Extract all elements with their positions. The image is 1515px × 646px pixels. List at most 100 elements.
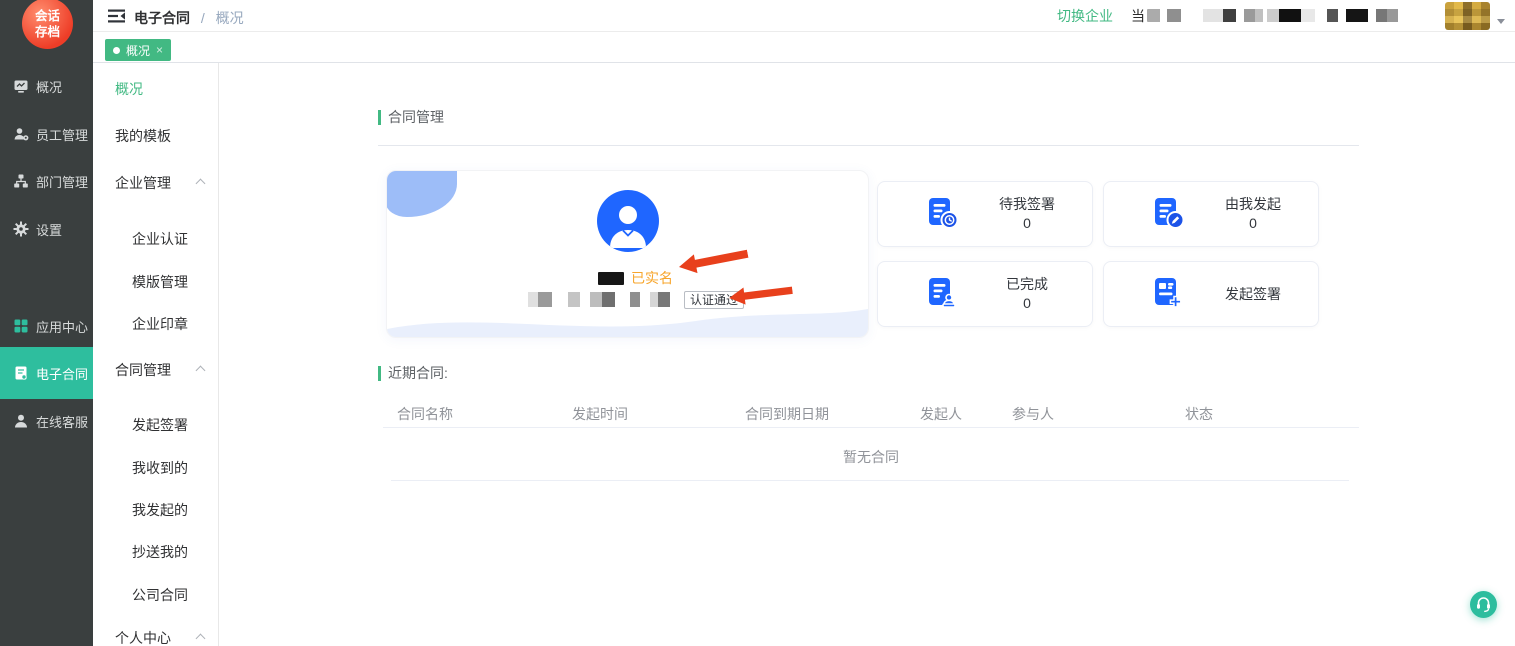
sidebar-item-overview[interactable]: 概况 [0, 73, 93, 99]
submenu-group-contract[interactable]: 合同管理 [115, 360, 171, 380]
submenu-item-received[interactable]: 我收到的 [132, 458, 188, 478]
redacted-company-line [528, 292, 680, 307]
breadcrumb-separator: / [201, 10, 205, 26]
submenu-item-template-management[interactable]: 模版管理 [132, 272, 188, 292]
switch-company-link[interactable]: 切换企业 [1057, 6, 1113, 26]
chevron-up-icon[interactable] [196, 179, 206, 189]
collapse-menu-icon[interactable] [108, 9, 126, 23]
column-initiator: 发起人 [920, 404, 962, 424]
section-recent-contracts: 近期合同: [378, 363, 448, 383]
tab-label: 概况 [126, 42, 150, 59]
stat-card-start-signing[interactable]: 发起签署 [1103, 261, 1319, 327]
breadcrumb-section[interactable]: 电子合同 [134, 10, 190, 26]
submenu-item-enterprise-seal[interactable]: 企业印章 [132, 314, 188, 334]
decorative-wave [387, 307, 868, 337]
submenu-group-enterprise[interactable]: 企业管理 [115, 173, 171, 193]
app-grid-icon [13, 318, 29, 334]
submenu-item-overview[interactable]: 概况 [115, 79, 143, 99]
submenu-group-personal-center[interactable]: 个人中心 [115, 628, 171, 646]
breadcrumb: 电子合同 / 概况 [134, 8, 244, 28]
tab-close-icon[interactable]: × [156, 43, 163, 57]
top-bar-right: 切换企业 当 [1057, 0, 1505, 31]
stat-text: 待我签署 0 [962, 195, 1092, 233]
user-avatar[interactable] [1445, 2, 1490, 30]
section-accent-bar [378, 110, 381, 125]
redacted-user-name [598, 272, 624, 285]
stat-value: 0 [962, 214, 1092, 233]
submenu-item-initiate-sign[interactable]: 发起签署 [132, 415, 188, 435]
decorative-blob [386, 170, 457, 217]
stat-label: 发起签署 [1188, 285, 1318, 304]
sidebar-item-settings[interactable]: 设置 [0, 216, 93, 242]
doc-stamp-icon [922, 274, 962, 314]
submenu-item-initiated-by-me[interactable]: 我发起的 [132, 500, 188, 520]
employees-icon [13, 126, 29, 142]
annotation-arrow-icon [677, 243, 750, 278]
sidebar-item-label: 部门管理 [36, 172, 88, 191]
empty-state-text: 暂无合同 [383, 447, 1359, 467]
stat-value: 0 [1188, 214, 1318, 233]
headset-icon [1470, 591, 1497, 618]
profile-avatar-icon[interactable] [597, 190, 659, 252]
tab-active-dot [113, 47, 120, 54]
section-title: 合同管理 [388, 107, 444, 127]
stat-card-initiated-by-me[interactable]: 由我发起 0 [1103, 181, 1319, 247]
sidebar-item-label: 概况 [36, 77, 62, 96]
current-company-label: 当 [1131, 6, 1145, 26]
redacted-company-name [1147, 9, 1439, 22]
submenu-item-my-templates[interactable]: 我的模板 [115, 126, 171, 146]
sidebar-item-support[interactable]: 在线客服 [0, 408, 93, 434]
stat-text: 由我发起 0 [1188, 195, 1318, 233]
chevron-up-icon[interactable] [196, 366, 206, 376]
stat-text: 已完成 0 [962, 275, 1092, 313]
sidebar-item-departments[interactable]: 部门管理 [0, 168, 93, 194]
column-participants: 参与人 [1012, 404, 1054, 424]
sidebar-item-app-center[interactable]: 应用中心 [0, 313, 93, 339]
column-start-time: 发起时间 [572, 404, 628, 424]
top-bar: 电子合同 / 概况 切换企业 当 [93, 0, 1515, 32]
submenu-item-company-contracts[interactable]: 公司合同 [132, 585, 188, 605]
profile-card: 已实名 认证通过 [386, 170, 869, 338]
section-title: 近期合同: [388, 363, 448, 383]
doc-add-icon [1148, 274, 1188, 314]
breadcrumb-current: 概况 [216, 10, 244, 26]
sidebar-item-label: 员工管理 [36, 125, 88, 144]
stat-label: 由我发起 [1188, 195, 1318, 214]
column-status: 状态 [1185, 404, 1213, 424]
table-bottom-border [391, 480, 1349, 481]
section-contract-management: 合同管理 [378, 107, 444, 127]
customer-service-button[interactable] [1470, 591, 1497, 618]
contract-icon [13, 365, 29, 381]
stat-label: 已完成 [962, 275, 1092, 294]
sidebar-item-label: 应用中心 [36, 317, 88, 336]
sidebar-item-econtract[interactable]: 电子合同 [0, 347, 93, 399]
departments-icon [13, 173, 29, 189]
column-contract-name: 合同名称 [397, 404, 453, 424]
user-menu-caret-icon[interactable] [1497, 19, 1505, 24]
sidebar-item-label: 在线客服 [36, 412, 88, 431]
tab-overview[interactable]: 概况 × [105, 39, 171, 61]
chevron-up-icon[interactable] [196, 634, 206, 644]
support-person-icon [13, 413, 29, 429]
realname-badge: 已实名 [631, 268, 673, 288]
submenu-item-cc-me[interactable]: 抄送我的 [132, 542, 188, 562]
stat-text: 发起签署 [1188, 285, 1318, 304]
stat-card-completed[interactable]: 已完成 0 [877, 261, 1093, 327]
app-window: 会话 存档 概况 员工管理 部门管理 设置 应用中心 电子合同 [0, 0, 1515, 646]
table-header-border [383, 427, 1359, 428]
annotation-arrow-icon [728, 280, 794, 308]
recent-contracts-table: 合同名称 发起时间 合同到期日期 发起人 参与人 状态 暂无合同 [383, 398, 1359, 488]
sidebar-item-employees[interactable]: 员工管理 [0, 121, 93, 147]
logo-line2: 存档 [22, 24, 73, 40]
submenu-item-enterprise-auth[interactable]: 企业认证 [132, 229, 188, 249]
stat-card-pending-sign[interactable]: 待我签署 0 [877, 181, 1093, 247]
gear-icon [13, 221, 29, 237]
app-logo: 会话 存档 [22, 0, 73, 49]
section-divider [378, 145, 1359, 146]
main-content: 合同管理 已实名 认证通过 待我签署 0 由我发起 [219, 63, 1515, 646]
doc-clock-icon [922, 194, 962, 234]
tab-bar: 概况 × [93, 32, 1515, 63]
overview-icon [13, 78, 29, 94]
column-expiry-date: 合同到期日期 [745, 404, 829, 424]
primary-sidebar: 会话 存档 概况 员工管理 部门管理 设置 应用中心 电子合同 [0, 0, 93, 646]
